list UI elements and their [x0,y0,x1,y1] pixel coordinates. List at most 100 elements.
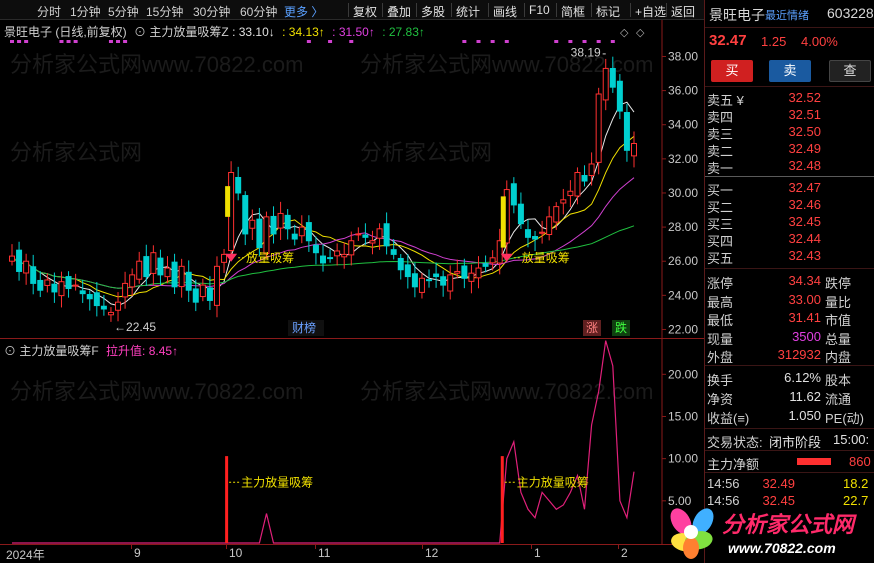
candle[interactable] [213,256,220,318]
event-tag-die[interactable]: 跌 [615,320,627,335]
candle[interactable] [199,278,206,302]
settings-icon[interactable]: ⊙ [134,25,146,39]
candle[interactable] [136,251,143,284]
candle[interactable] [447,265,454,300]
candle[interactable] [390,239,397,260]
candle[interactable] [320,244,326,272]
candle[interactable] [433,262,440,288]
candle[interactable] [595,87,602,175]
diamond-outline-icon[interactable]: ◇ [620,27,629,39]
candle[interactable] [30,254,37,295]
candle[interactable] [192,279,199,312]
period-tab-3[interactable]: 15分钟 [146,3,183,20]
candle[interactable] [235,166,242,201]
toolbar-action-2[interactable]: 多股 [421,3,445,20]
toolbar-action-0[interactable]: 复权 [353,3,377,20]
candle[interactable] [546,206,553,241]
candle[interactable] [185,260,192,302]
bid-row[interactable]: 买五 32.43 [705,247,874,266]
toolbar-action-4[interactable]: 画线 [493,3,517,20]
candle[interactable] [150,245,157,286]
candle[interactable] [284,209,291,240]
toolbar-action-9[interactable]: 返回 [671,3,695,20]
ask-row[interactable]: 卖三 32.50 [705,123,874,142]
ask-row[interactable]: 卖一 32.48 [705,157,874,176]
candle[interactable] [157,249,164,286]
candle[interactable] [327,249,334,263]
bid-row[interactable]: 买四 32.44 [705,230,874,249]
candle[interactable] [440,270,447,297]
candle[interactable] [72,273,79,291]
candle[interactable] [397,254,404,280]
candle[interactable] [475,256,482,289]
candle[interactable] [93,282,100,317]
candle[interactable] [206,276,213,310]
bid-row[interactable]: 买三 32.45 [705,213,874,232]
candle[interactable] [616,74,623,120]
ask-row[interactable]: 卖二 32.49 [705,140,874,159]
candle[interactable] [164,256,171,284]
candle[interactable] [631,131,637,168]
sub-indicator-name[interactable]: 主力放量吸筹F [19,344,98,358]
buy-button[interactable]: 买 [711,60,753,82]
sub-settings-icon[interactable]: ⊙ [4,344,16,358]
candle[interactable] [334,243,341,266]
period-tab-4[interactable]: 30分钟 [193,3,230,20]
sub-indicator-chart[interactable]: 分析家公式网www.70822.com 分析家公式网www.70822.com 20… [0,338,704,545]
candle[interactable] [221,248,228,274]
ask-row[interactable]: 卖四 32.51 [705,106,874,125]
toolbar-action-3[interactable]: 统计 [456,3,480,20]
candle[interactable] [517,192,524,229]
indicator-canvas[interactable]: 分析家公式网www.70822.com 分析家公式网www.70822.com 20… [0,339,704,545]
candle[interactable] [482,255,489,273]
candle[interactable] [143,244,150,286]
candle[interactable] [560,188,567,215]
event-tag-caibang[interactable]: 财榜 [292,320,316,335]
period-tab-1[interactable]: 1分钟 [70,3,101,20]
candle[interactable] [171,253,178,295]
toolbar-action-7[interactable]: 标记 [596,3,620,20]
candle[interactable] [100,294,107,316]
event-tag-zhang[interactable]: 涨 [586,320,598,335]
candle[interactable] [277,201,284,240]
candle[interactable] [23,253,30,285]
period-tab-2[interactable]: 5分钟 [108,3,139,20]
candle[interactable] [107,307,114,322]
candle[interactable] [369,230,376,255]
candle[interactable] [9,244,15,266]
candle[interactable] [588,152,595,186]
period-tab-0[interactable]: 分时 [37,3,61,20]
candle[interactable] [581,165,588,187]
candle[interactable] [404,254,411,289]
period-tab-5[interactable]: 60分钟 [240,3,277,20]
ask-row[interactable]: 卖五 ¥32.52 [705,89,874,108]
stock-title[interactable]: 景旺电子 (日线,前复权) [4,25,127,39]
toolbar-action-5[interactable]: F10 [529,3,550,17]
bid-row[interactable]: 买一 32.47 [705,179,874,198]
candle[interactable] [567,180,574,208]
more-periods-link[interactable]: 更多 〉 [284,3,323,20]
candle[interactable] [623,103,630,162]
query-button[interactable]: 查 [829,60,871,82]
candle[interactable] [355,227,362,242]
candle[interactable] [418,273,425,299]
candle[interactable] [178,258,185,298]
bid-row[interactable]: 买二 32.46 [705,196,874,215]
indicator-name[interactable]: 主力放量吸筹Z [149,25,228,39]
candle[interactable] [383,212,390,255]
candle[interactable] [51,272,58,303]
candle[interactable] [242,191,249,246]
diamond-outline-icon[interactable]: ◇ [636,27,645,39]
candle[interactable] [298,215,305,244]
toolbar-action-8[interactable]: +自选 [635,3,666,20]
candle[interactable] [510,177,517,214]
toolbar-action-6[interactable]: 简框 [561,3,585,20]
candle[interactable] [129,268,136,296]
candle[interactable] [270,206,277,244]
toolbar-action-1[interactable]: 叠加 [387,3,411,20]
candle[interactable] [291,224,298,246]
candle[interactable] [65,271,72,298]
sell-button[interactable]: 卖 [769,60,811,82]
kline-canvas[interactable]: 分析家公式网www.70822.com 分析家公式网www.70822.com 分析… [0,20,704,338]
candle[interactable] [468,264,475,294]
